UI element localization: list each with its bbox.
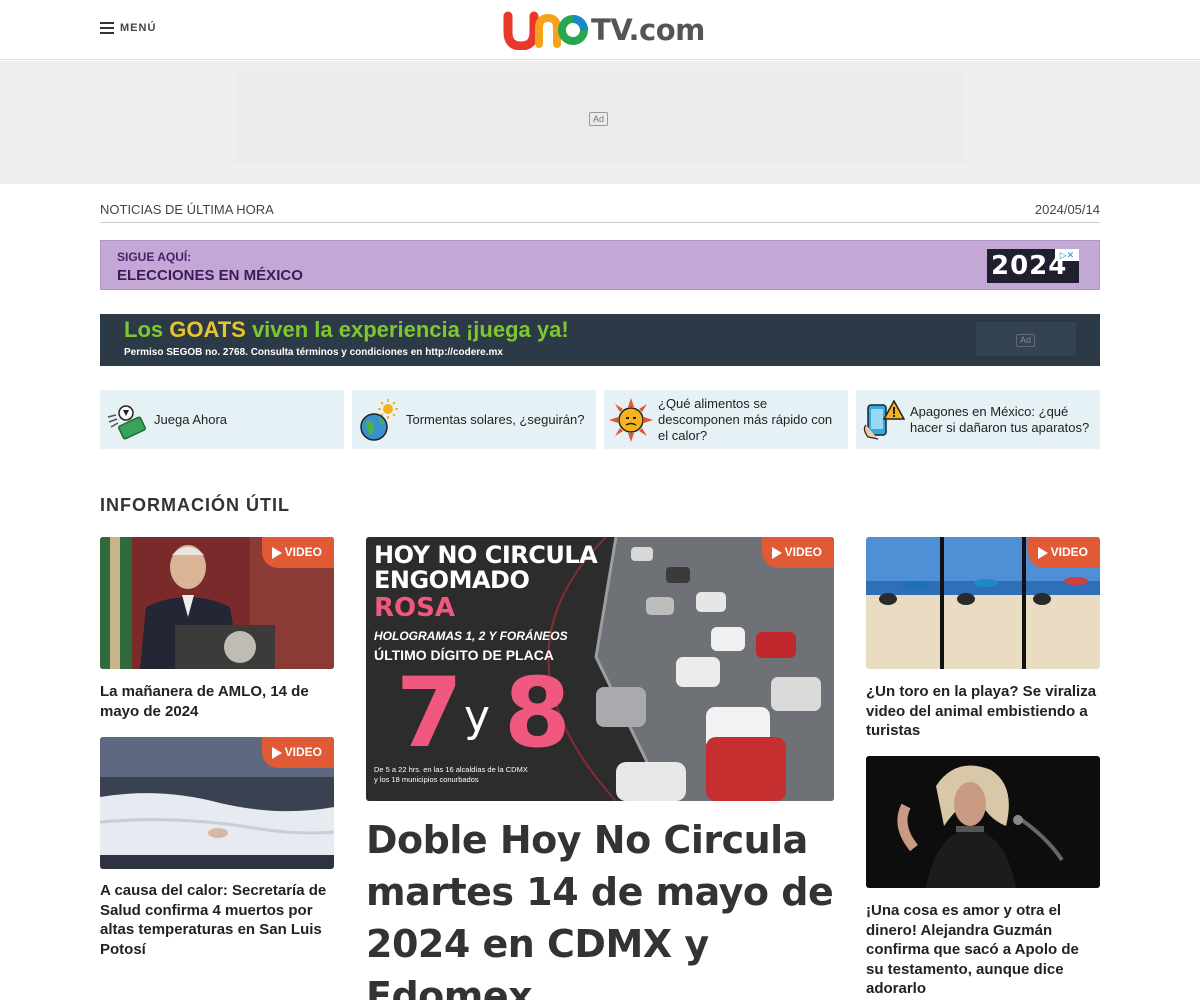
promo-headline: Los GOATS viven la experiencia ¡juega ya… [124, 317, 569, 343]
adchoices-icon[interactable]: ▷✕ [1055, 249, 1079, 261]
hamburger-icon [100, 22, 114, 34]
video-badge: VIDEO [261, 537, 334, 568]
phone-warning-icon [863, 398, 906, 440]
article-image-amlo[interactable]: VIDEO [100, 537, 334, 669]
promo-ad-label: Ad [1016, 334, 1036, 347]
graphic-line4: HOLOGRAMAS 1, 2 Y FORÁNEOS [374, 629, 568, 643]
menu-label: MENÚ [120, 22, 157, 34]
video-badge: VIDEO [1027, 537, 1100, 568]
article-title-amlo[interactable]: La mañanera de AMLO, 14 de mayo de 2024 [100, 682, 334, 721]
elections-banner[interactable]: SIGUE AQUÍ: ELECCIONES EN MÉXICO 2024 ▷✕ [100, 240, 1100, 290]
elections-title: ELECCIONES EN MÉXICO [117, 267, 303, 284]
promo-headline-tail: viven la experiencia ¡juega ya! [245, 317, 569, 342]
graphic-conj: y [464, 691, 491, 742]
singer-photo [866, 756, 1100, 888]
ad-label: Ad [589, 112, 609, 126]
section-title: INFORMACIÓN ÚTIL [100, 495, 290, 515]
play-icon [771, 546, 782, 559]
promo-legal-text: Permiso SEGOB no. 2768. Consulta término… [124, 347, 503, 358]
video-badge: VIDEO [761, 537, 834, 568]
topic-card-tormentas-solares[interactable]: Tormentas solares, ¿seguirán? [352, 390, 596, 449]
video-badge-label: VIDEO [784, 545, 822, 559]
play-icon [1037, 546, 1048, 559]
soccer-ball-money-icon [107, 404, 146, 440]
graphic-digit-1: 7 [396, 657, 463, 769]
video-badge-label: VIDEO [284, 745, 322, 759]
elections-2024-badge: 2024 ▷✕ [987, 249, 1079, 283]
article-image-hoy-no-circula[interactable]: HOY NO CIRCULA ENGOMADO ROSA HOLOGRAMAS … [366, 537, 834, 801]
logo-text: TV.com [591, 13, 705, 47]
promo-ad-slot: Ad [976, 322, 1076, 356]
top-bar: MENÚ TV.com [0, 0, 1200, 60]
video-badge-label: VIDEO [284, 545, 322, 559]
elections-kicker: SIGUE AQUÍ: [117, 250, 192, 264]
uno-logo-mark-icon [503, 11, 588, 50]
top-ad-band: Ad [0, 61, 1200, 184]
article-image-guzman[interactable] [866, 756, 1100, 888]
breaking-news-bar: NOTICIAS DE ÚLTIMA HORA 2024/05/14 [100, 202, 1100, 223]
graphic-line1: HOY NO CIRCULA [374, 541, 598, 569]
article-image-toro[interactable]: VIDEO [866, 537, 1100, 669]
topic-card-apagones[interactable]: Apagones en México: ¿qué hacer si dañaro… [856, 390, 1100, 449]
hot-sun-icon [609, 397, 653, 442]
graphic-digit-2: 8 [504, 657, 571, 769]
topic-links: Juega Ahora Tormentas solares, ¿seguirán… [100, 390, 1100, 449]
topic-card-alimentos-calor[interactable]: ¿Qué alimentos se descomponen más rápido… [604, 390, 848, 449]
article-image-calor[interactable]: VIDEO [100, 737, 334, 869]
promo-ad-banner[interactable]: Los GOATS viven la experiencia ¡juega ya… [100, 314, 1100, 366]
play-icon [271, 746, 282, 759]
topic-label: Apagones en México: ¿qué hacer si dañaro… [910, 403, 1090, 435]
graphic-line2: ENGOMADO [374, 566, 530, 594]
article-title-toro[interactable]: ¿Un toro en la playa? Se viraliza video … [866, 682, 1100, 741]
graphic-digits: 7 y 8 [374, 657, 604, 769]
article-title-guzman[interactable]: ¡Una cosa es amor y otra el dinero! Alej… [866, 901, 1100, 999]
video-badge: VIDEO [261, 737, 334, 768]
play-icon [271, 546, 282, 559]
breaking-news-label: NOTICIAS DE ÚLTIMA HORA [100, 202, 274, 217]
sun-earth-icon [360, 398, 398, 441]
topic-label: Tormentas solares, ¿seguirán? [406, 411, 585, 427]
menu-button[interactable]: MENÚ [100, 22, 156, 34]
promo-headline-lead: Los [124, 317, 170, 342]
article-title-calor[interactable]: A causa del calor: Secretaría de Salud c… [100, 881, 334, 959]
topic-card-juega-ahora[interactable]: Juega Ahora [100, 390, 344, 449]
current-date: 2024/05/14 [1034, 202, 1100, 217]
main-article-title[interactable]: Doble Hoy No Circula martes 14 de mayo d… [366, 814, 834, 1000]
promo-brand: GOATS [169, 317, 246, 342]
graphic-text-block: HOY NO CIRCULA ENGOMADO ROSA HOLOGRAMAS … [374, 543, 604, 785]
graphic-foot2: y los 18 municipios conurbados [374, 775, 479, 784]
graphic-line3: ROSA [374, 593, 455, 623]
ad-slot[interactable]: Ad [236, 73, 964, 163]
video-badge-label: VIDEO [1050, 545, 1088, 559]
topic-label: ¿Qué alimentos se descomponen más rápido… [658, 395, 833, 443]
topic-label: Juega Ahora [154, 411, 228, 427]
site-logo[interactable]: TV.com [503, 10, 705, 50]
